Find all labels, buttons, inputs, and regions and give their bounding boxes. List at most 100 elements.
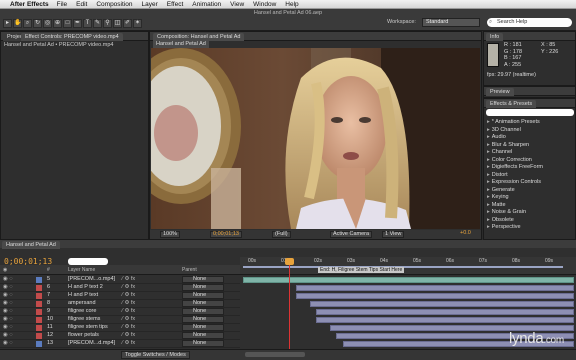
effects-category[interactable]: ▸ Expression Controls bbox=[487, 179, 541, 185]
layer-name[interactable]: H and P text 2 bbox=[68, 284, 103, 290]
parent-select[interactable]: None bbox=[182, 324, 224, 331]
menu-composition[interactable]: Composition bbox=[96, 1, 132, 8]
workspace-select[interactable]: Standard bbox=[422, 18, 480, 27]
hand-tool-icon[interactable]: ✋ bbox=[13, 19, 22, 28]
layer-row[interactable]: ◉ ◌ 7 H and P text ⁄ ⚙ fx None bbox=[0, 292, 240, 300]
layer-switches[interactable]: ⁄ ⚙ fx bbox=[122, 276, 135, 282]
label-color-swatch[interactable] bbox=[36, 341, 42, 347]
parent-select[interactable]: None bbox=[182, 284, 224, 291]
label-color-swatch[interactable] bbox=[36, 301, 42, 307]
layer-name[interactable]: filigree core bbox=[68, 308, 96, 314]
tab-composition[interactable]: Composition: Hansel and Petal Ad bbox=[153, 33, 245, 41]
playhead-handle[interactable] bbox=[285, 258, 294, 265]
menu-effect[interactable]: Effect bbox=[167, 1, 184, 8]
eye-icon[interactable]: ◉ ◌ bbox=[3, 300, 13, 306]
parent-select[interactable]: None bbox=[182, 332, 224, 339]
effects-category[interactable]: ▸ * Animation Presets bbox=[487, 119, 540, 125]
eye-icon[interactable]: ◉ ◌ bbox=[3, 340, 13, 346]
effects-category[interactable]: ▸ 3D Channel bbox=[487, 127, 521, 133]
layer-name[interactable]: flower petals bbox=[68, 332, 99, 338]
label-color-swatch[interactable] bbox=[36, 293, 42, 299]
effects-category[interactable]: ▸ Audio bbox=[487, 134, 506, 140]
eye-icon[interactable]: ◉ ◌ bbox=[3, 292, 13, 298]
layer-duration-bar[interactable] bbox=[309, 301, 574, 307]
roto-brush-tool-icon[interactable]: ✐ bbox=[123, 19, 132, 28]
zoom-tool-icon[interactable]: ⌕ bbox=[23, 19, 32, 28]
effects-category[interactable]: ▸ Matte bbox=[487, 202, 506, 208]
layer-name[interactable]: ampersand bbox=[68, 300, 96, 306]
tab-timeline-comp[interactable]: Hansel and Petal Ad bbox=[2, 241, 60, 249]
layer-name[interactable]: filigree stem tips bbox=[68, 324, 108, 330]
layer-name[interactable]: [PRECOM...d.mp4] bbox=[68, 340, 115, 346]
timeline-zoom-slider[interactable] bbox=[245, 352, 305, 357]
layer-duration-bar[interactable] bbox=[296, 285, 574, 291]
layer-search-input[interactable] bbox=[68, 258, 108, 265]
parent-select[interactable]: None bbox=[182, 308, 224, 315]
parent-select[interactable]: None bbox=[182, 340, 224, 347]
exposure-value[interactable]: +0.0 bbox=[458, 230, 473, 238]
viewer-timecode[interactable]: 0;00;01;13 bbox=[210, 231, 242, 238]
toggle-switches-modes-button[interactable]: Toggle Switches / Modes bbox=[121, 351, 190, 359]
eye-icon[interactable]: ◉ ◌ bbox=[3, 316, 13, 322]
parent-select[interactable]: None bbox=[182, 300, 224, 307]
layer-switches[interactable]: ⁄ ⚙ fx bbox=[122, 292, 135, 298]
effects-category[interactable]: ▸ Perspective bbox=[487, 224, 521, 230]
layer-row[interactable]: ◉ ◌ 13 [PRECOM...d.mp4] ⁄ ⚙ fx None bbox=[0, 340, 240, 348]
tab-info[interactable]: Info bbox=[486, 33, 504, 41]
pen-tool-icon[interactable]: ✒ bbox=[73, 19, 82, 28]
effects-category[interactable]: ▸ Obsolete bbox=[487, 217, 514, 223]
eye-icon[interactable]: ◉ ◌ bbox=[3, 276, 13, 282]
camera-select[interactable]: Active Camera bbox=[330, 231, 373, 238]
camera-tool-icon[interactable]: ◎ bbox=[43, 19, 52, 28]
label-color-swatch[interactable] bbox=[36, 277, 42, 283]
mask-tool-icon[interactable]: □ bbox=[63, 19, 72, 28]
menu-file[interactable]: File bbox=[57, 1, 67, 8]
effects-category[interactable]: ▸ Color Correction bbox=[487, 157, 532, 163]
effects-category[interactable]: ▸ Distort bbox=[487, 172, 508, 178]
eraser-tool-icon[interactable]: ◫ bbox=[113, 19, 122, 28]
label-color-swatch[interactable] bbox=[36, 325, 42, 331]
comp-subtab[interactable]: Hansel and Petal Ad bbox=[153, 41, 209, 48]
layer-row[interactable]: ◉ ◌ 6 H and P text 2 ⁄ ⚙ fx None bbox=[0, 284, 240, 292]
effects-category[interactable]: ▸ Noise & Grain bbox=[487, 209, 526, 215]
layer-name[interactable]: [PRECOM...o.mp4] bbox=[68, 276, 115, 282]
layer-name[interactable]: H and P text bbox=[68, 292, 98, 298]
effects-category[interactable]: ▸ Channel bbox=[487, 149, 512, 155]
layer-row[interactable]: ◉ ◌ 9 filigree core ⁄ ⚙ fx None bbox=[0, 308, 240, 316]
menu-animation[interactable]: Animation bbox=[192, 1, 221, 8]
menu-window[interactable]: Window bbox=[253, 1, 276, 8]
layer-switches[interactable]: ⁄ ⚙ fx bbox=[122, 340, 135, 346]
tab-preview[interactable]: Preview bbox=[486, 88, 514, 96]
pan-behind-tool-icon[interactable]: ⊕ bbox=[53, 19, 62, 28]
label-color-swatch[interactable] bbox=[36, 309, 42, 315]
clone-tool-icon[interactable]: ⚲ bbox=[103, 19, 112, 28]
parent-select[interactable]: None bbox=[182, 316, 224, 323]
parent-select[interactable]: None bbox=[182, 292, 224, 299]
layer-name[interactable]: filigree stems bbox=[68, 316, 100, 322]
layer-duration-bar[interactable] bbox=[243, 277, 574, 283]
effects-category[interactable]: ▸ Digieffects FreeForm bbox=[487, 164, 543, 170]
layer-duration-bar[interactable] bbox=[316, 317, 574, 323]
eye-icon[interactable]: ◉ ◌ bbox=[3, 284, 13, 290]
layer-row[interactable]: ◉ ◌ 5 [PRECOM...o.mp4] ⁄ ⚙ fx None bbox=[0, 276, 240, 284]
label-color-swatch[interactable] bbox=[36, 285, 42, 291]
layer-row[interactable]: ◉ ◌ 10 filigree stems ⁄ ⚙ fx None bbox=[0, 316, 240, 324]
eye-icon[interactable]: ◉ ◌ bbox=[3, 324, 13, 330]
col-layer-name[interactable]: Layer Name bbox=[68, 267, 95, 273]
layer-switches[interactable]: ⁄ ⚙ fx bbox=[122, 324, 135, 330]
selection-tool-icon[interactable]: ▸ bbox=[3, 19, 12, 28]
layer-marker-label[interactable]: End: H, Filigree Stem Tips Start Here bbox=[318, 267, 405, 273]
menu-edit[interactable]: Edit bbox=[76, 1, 87, 8]
eye-icon[interactable]: ◉ ◌ bbox=[3, 332, 13, 338]
resolution-select[interactable]: (Full) bbox=[272, 231, 291, 238]
composition-viewer[interactable] bbox=[151, 48, 480, 229]
effects-search-input[interactable] bbox=[486, 109, 574, 116]
layer-switches[interactable]: ⁄ ⚙ fx bbox=[122, 300, 135, 306]
eye-icon[interactable]: ◉ ◌ bbox=[3, 308, 13, 314]
puppet-tool-icon[interactable]: ✶ bbox=[133, 19, 142, 28]
search-help-input[interactable]: ⌕ Search Help bbox=[487, 18, 572, 27]
effects-category[interactable]: ▸ Blur & Sharpen bbox=[487, 142, 529, 148]
tab-effects-presets[interactable]: Effects & Presets bbox=[486, 100, 537, 108]
zoom-select[interactable]: 100% bbox=[160, 231, 181, 238]
text-tool-icon[interactable]: T bbox=[83, 19, 92, 28]
